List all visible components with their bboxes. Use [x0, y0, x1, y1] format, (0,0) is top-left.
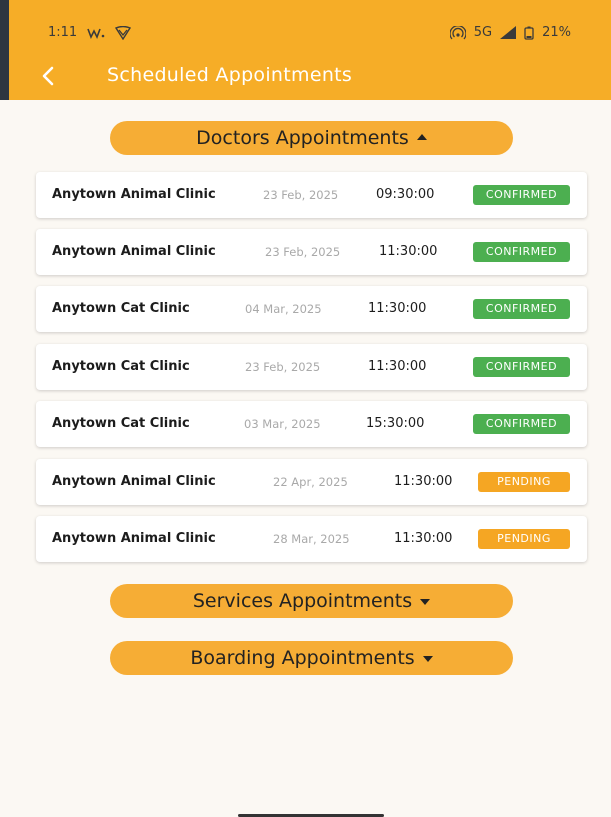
- appointment-card[interactable]: Anytown Animal Clinic 23 Feb, 2025 09:30…: [36, 172, 587, 218]
- appointment-date: 23 Feb, 2025: [263, 188, 339, 202]
- header: 1:11 5G 21% Scheduled Appointments: [9, 0, 611, 100]
- appointment-card[interactable]: Anytown Cat Clinic 04 Mar, 2025 11:30:00…: [36, 286, 587, 332]
- clinic-name: Anytown Cat Clinic: [52, 359, 190, 374]
- boarding-appointments-label: Boarding Appointments: [190, 647, 415, 669]
- appointment-time: 11:30:00: [368, 359, 427, 374]
- status-right: 5G 21%: [449, 25, 571, 40]
- appointment-date: 28 Mar, 2025: [273, 532, 350, 546]
- status-badge: CONFIRMED: [473, 242, 570, 262]
- network-label: 5G: [473, 25, 493, 40]
- clinic-name: Anytown Animal Clinic: [52, 187, 216, 202]
- appointment-date: 22 Apr, 2025: [273, 475, 348, 489]
- status-badge: CONFIRMED: [473, 414, 570, 434]
- back-button[interactable]: [35, 62, 63, 90]
- appointment-card[interactable]: Anytown Animal Clinic 22 Apr, 2025 11:30…: [36, 459, 587, 505]
- services-appointments-label: Services Appointments: [192, 590, 413, 612]
- appointment-card[interactable]: Anytown Animal Clinic 23 Feb, 2025 11:30…: [36, 229, 587, 275]
- appointment-card[interactable]: Anytown Animal Clinic 28 Mar, 2025 11:30…: [36, 516, 587, 562]
- appointment-time: 11:30:00: [379, 244, 438, 259]
- wifi-calling-icon: [87, 27, 105, 39]
- appointment-date: 04 Mar, 2025: [245, 302, 322, 316]
- caret-up-icon: [416, 133, 427, 140]
- doctors-appointments-toggle[interactable]: Doctors Appointments: [110, 121, 513, 155]
- clinic-name: Anytown Cat Clinic: [52, 301, 190, 316]
- hotspot-icon: [449, 25, 466, 40]
- app-bar: Scheduled Appointments: [9, 52, 611, 98]
- clinic-name: Anytown Animal Clinic: [52, 531, 216, 546]
- battery-percent: 21%: [542, 25, 571, 40]
- appointment-time: 09:30:00: [376, 187, 435, 202]
- appointment-date: 03 Mar, 2025: [244, 417, 321, 431]
- appointment-time: 11:30:00: [394, 531, 453, 546]
- caret-down-icon: [420, 599, 431, 605]
- appointment-time: 11:30:00: [368, 301, 427, 316]
- status-badge: CONFIRMED: [473, 185, 570, 205]
- battery-icon: [524, 26, 534, 40]
- status-badge: CONFIRMED: [473, 357, 570, 377]
- vpn-icon: [115, 25, 132, 40]
- doctors-appointments-label: Doctors Appointments: [196, 127, 409, 149]
- appointment-time: 11:30:00: [394, 474, 453, 489]
- status-badge: CONFIRMED: [473, 299, 570, 319]
- appointment-time: 15:30:00: [366, 416, 425, 431]
- left-edge-strip: [0, 0, 9, 100]
- status-left: 1:11: [48, 25, 132, 40]
- status-bar: 1:11 5G 21%: [9, 0, 611, 46]
- appointment-date: 23 Feb, 2025: [265, 245, 341, 259]
- appointment-card[interactable]: Anytown Cat Clinic 03 Mar, 2025 15:30:00…: [36, 401, 587, 447]
- status-time: 1:11: [48, 25, 78, 40]
- appointment-date: 23 Feb, 2025: [245, 360, 321, 374]
- clinic-name: Anytown Animal Clinic: [52, 244, 216, 259]
- services-appointments-toggle[interactable]: Services Appointments: [110, 584, 513, 618]
- appointment-card[interactable]: Anytown Cat Clinic 23 Feb, 2025 11:30:00…: [36, 344, 587, 390]
- status-badge: PENDING: [478, 529, 570, 549]
- caret-down-icon: [422, 656, 433, 662]
- page-title: Scheduled Appointments: [107, 64, 353, 86]
- back-arrow-icon: [42, 66, 54, 86]
- boarding-appointments-toggle[interactable]: Boarding Appointments: [110, 641, 513, 675]
- status-badge: PENDING: [478, 472, 570, 492]
- clinic-name: Anytown Animal Clinic: [52, 474, 216, 489]
- clinic-name: Anytown Cat Clinic: [52, 416, 190, 431]
- signal-icon: [500, 26, 517, 39]
